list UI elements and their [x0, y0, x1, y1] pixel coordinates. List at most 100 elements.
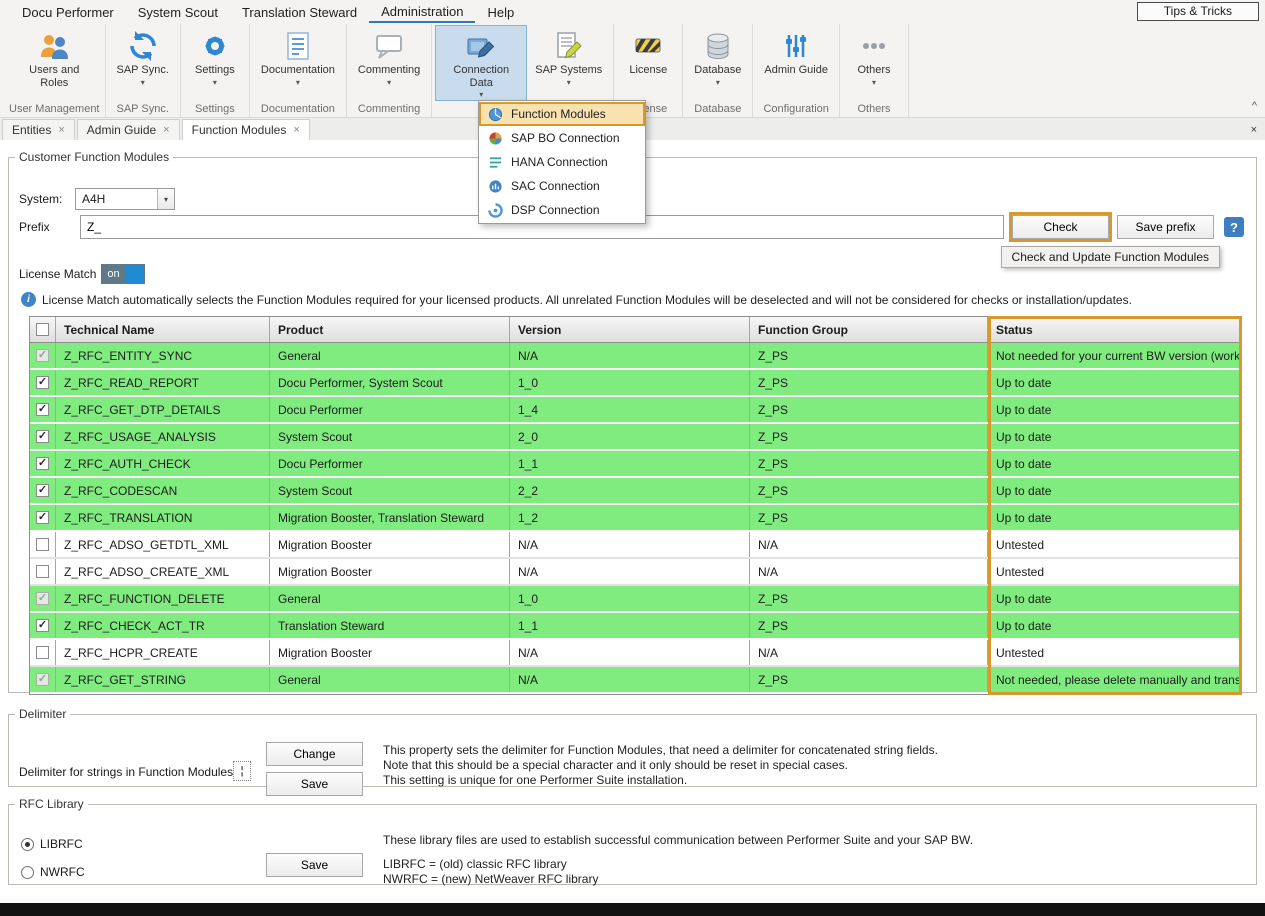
menu-administration[interactable]: Administration	[369, 1, 475, 23]
menu-item-dsp-connection[interactable]: DSP Connection	[479, 198, 645, 222]
system-row: System: A4H ▾	[19, 188, 175, 210]
check-button[interactable]: Check	[1012, 215, 1109, 239]
close-icon[interactable]: ×	[58, 124, 64, 136]
cell-product: System Scout	[270, 478, 510, 503]
cell-technical-name: Z_RFC_CHECK_ACT_TR	[56, 613, 270, 638]
row-checkbox-cell: ✓	[30, 343, 56, 368]
rfc-description-line: These library files are used to establis…	[383, 833, 973, 847]
tab-admin-guide[interactable]: Admin Guide ×	[77, 119, 180, 140]
table-row: ✓Z_RFC_CHECK_ACT_TRTranslation Steward1_…	[30, 613, 1241, 640]
header-version[interactable]: Version	[510, 317, 750, 342]
menu-item-sap-bo-connection[interactable]: SAP BO Connection	[479, 126, 645, 150]
ribbon-group-label: Documentation	[259, 102, 337, 117]
sap-systems-button[interactable]: SAP Systems▾	[527, 25, 610, 101]
help-icon[interactable]: ?	[1224, 217, 1244, 237]
menu-item-function-modules[interactable]: Function Modules	[479, 102, 645, 126]
select-all-checkbox[interactable]	[36, 323, 49, 336]
header-technical-name[interactable]: Technical Name	[56, 317, 270, 342]
connection-data-menu: Function ModulesSAP BO Connection HANA Co…	[478, 100, 646, 224]
row-checkbox-cell	[30, 559, 56, 584]
users-and-roles-button[interactable]: Users and Roles	[8, 25, 100, 101]
menu-item-label: DSP Connection	[511, 203, 600, 217]
ribbon-button-label: Connection Data	[443, 64, 519, 89]
close-icon[interactable]: ×	[293, 124, 299, 136]
system-select-value: A4H	[76, 192, 157, 206]
others-button[interactable]: Others▾	[843, 25, 905, 101]
documentation-button[interactable]: Documentation▾	[253, 25, 343, 101]
menu-help[interactable]: Help	[475, 2, 526, 22]
nwrfc-radio[interactable]: NWRFC	[21, 865, 85, 879]
row-checkbox[interactable]: ✓	[36, 457, 49, 470]
menubar: Docu Performer System Scout Translation …	[0, 0, 1265, 24]
close-tab-area-icon[interactable]: ×	[1251, 124, 1257, 136]
row-checkbox[interactable]	[36, 646, 49, 659]
fm-table-body: ✓Z_RFC_ENTITY_SYNCGeneralN/AZ_PSNot need…	[30, 343, 1241, 694]
save-delimiter-button[interactable]: Save	[266, 772, 363, 796]
sap-sync-icon	[127, 30, 159, 62]
chevron-down-icon: ▾	[479, 91, 483, 99]
admin-guide-button[interactable]: Admin Guide	[756, 25, 836, 101]
table-row: ✓Z_RFC_FUNCTION_DELETEGeneral1_0Z_PSUp t…	[30, 586, 1241, 613]
collapse-ribbon-icon[interactable]: ^	[1252, 100, 1257, 112]
header-checkbox-cell	[30, 317, 56, 342]
row-checkbox[interactable]: ✓	[36, 376, 49, 389]
content-area: Customer Function Modules System: A4H ▾ …	[0, 140, 1265, 903]
header-status[interactable]: Status	[988, 317, 1241, 342]
cell-technical-name: Z_RFC_FUNCTION_DELETE	[56, 586, 270, 611]
ribbon-button-label: Users and Roles	[16, 64, 92, 89]
menu-item-label: HANA Connection	[511, 155, 608, 169]
row-checkbox[interactable]: ✓	[36, 430, 49, 443]
connection-data-button[interactable]: Connection Data ▾	[435, 25, 527, 101]
info-text: License Match automatically selects the …	[42, 293, 1132, 307]
cell-technical-name: Z_RFC_TRANSLATION	[56, 505, 270, 530]
system-select[interactable]: A4H ▾	[75, 188, 175, 210]
settings-button[interactable]: Settings▾	[184, 25, 246, 101]
cell-status: Up to date	[988, 586, 1241, 611]
chevron-down-icon[interactable]: ▾	[157, 189, 174, 209]
cell-status: Up to date	[988, 397, 1241, 422]
license-match-toggle[interactable]: on	[101, 264, 145, 284]
row-checkbox[interactable]	[36, 565, 49, 578]
ribbon-group-user-management: Users and RolesUser Management	[4, 24, 106, 117]
row-checkbox[interactable]: ✓	[36, 403, 49, 416]
database-button[interactable]: Database▾	[686, 25, 749, 101]
cell-product: Translation Steward	[270, 613, 510, 638]
tab-function-modules[interactable]: Function Modules ×	[182, 119, 310, 140]
sap-sync-button[interactable]: SAP Sync.▾	[109, 25, 177, 101]
license-icon	[632, 30, 664, 62]
settings-icon	[199, 30, 231, 62]
cell-version: 2_0	[510, 424, 750, 449]
header-product[interactable]: Product	[270, 317, 510, 342]
cell-version: N/A	[510, 343, 750, 368]
users-roles-icon	[38, 30, 70, 62]
cell-version: 1_0	[510, 370, 750, 395]
menu-docu-performer[interactable]: Docu Performer	[10, 2, 126, 22]
ribbon-group-commenting: Commenting▾Commenting	[347, 24, 432, 117]
row-checkbox-cell: ✓	[30, 478, 56, 503]
change-delimiter-button[interactable]: Change	[266, 742, 363, 766]
delimiter-input[interactable]	[233, 761, 251, 781]
save-prefix-button[interactable]: Save prefix	[1117, 215, 1214, 239]
row-checkbox[interactable]	[36, 538, 49, 551]
tab-entities[interactable]: Entities ×	[2, 119, 75, 140]
close-icon[interactable]: ×	[163, 124, 169, 136]
save-rfc-library-button[interactable]: Save	[266, 853, 363, 877]
tab-label: Admin Guide	[87, 123, 156, 137]
table-row: ✓Z_RFC_GET_DTP_DETAILSDocu Performer1_4Z…	[30, 397, 1241, 424]
menu-item-sac-connection[interactable]: SAC Connection	[479, 174, 645, 198]
section-legend: Customer Function Modules	[15, 150, 173, 164]
cell-status: Not needed, please delete manually and t…	[988, 667, 1241, 692]
license-button[interactable]: License	[617, 25, 679, 101]
cell-status: Up to date	[988, 424, 1241, 449]
row-checkbox[interactable]: ✓	[36, 484, 49, 497]
menu-system-scout[interactable]: System Scout	[126, 2, 230, 22]
menu-translation-steward[interactable]: Translation Steward	[230, 2, 369, 22]
librfc-radio[interactable]: LIBRFC	[21, 837, 83, 851]
row-checkbox[interactable]: ✓	[36, 511, 49, 524]
cell-version: 1_4	[510, 397, 750, 422]
tips-and-tricks-button[interactable]: Tips & Tricks	[1137, 2, 1259, 21]
row-checkbox[interactable]: ✓	[36, 619, 49, 632]
menu-item-hana-connection[interactable]: HANA Connection	[479, 150, 645, 174]
commenting-button[interactable]: Commenting▾	[350, 25, 428, 101]
header-function-group[interactable]: Function Group	[750, 317, 988, 342]
